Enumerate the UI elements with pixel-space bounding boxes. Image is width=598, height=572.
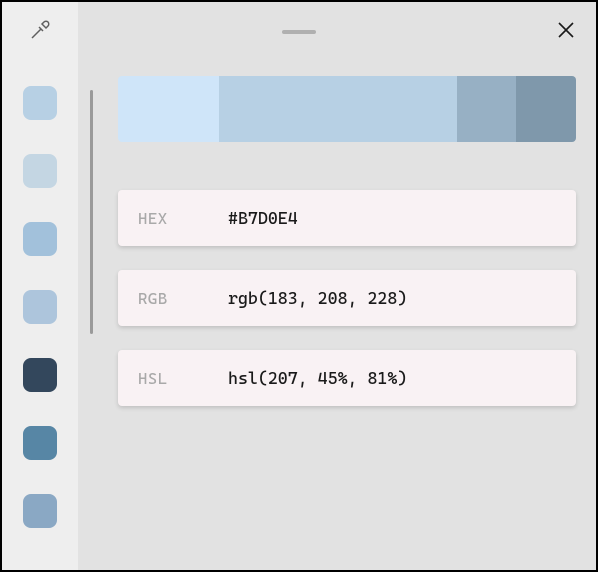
swatch-5[interactable]	[23, 426, 57, 460]
swatch-3[interactable]	[23, 290, 57, 324]
rgb-label: RGB	[138, 289, 228, 308]
shade-2[interactable]	[457, 76, 517, 142]
eyedropper-tool[interactable]	[2, 2, 78, 62]
drag-handle[interactable]	[282, 30, 316, 34]
shade-spectrum[interactable]	[118, 76, 576, 142]
main-panel: HEX #B7D0E4 RGB rgb(183, 208, 228) HSL h…	[78, 62, 596, 570]
hsl-value: hsl(207, 45%, 81%)	[228, 368, 407, 388]
rgb-row[interactable]: RGB rgb(183, 208, 228)	[118, 270, 576, 326]
close-button[interactable]	[554, 20, 578, 44]
close-icon	[557, 21, 575, 43]
eyedropper-icon	[28, 18, 52, 46]
hsl-label: HSL	[138, 369, 228, 388]
swatch-2[interactable]	[23, 222, 57, 256]
shade-3[interactable]	[516, 76, 576, 142]
swatch-0[interactable]	[23, 86, 57, 120]
hsl-row[interactable]: HSL hsl(207, 45%, 81%)	[118, 350, 576, 406]
hex-label: HEX	[138, 209, 228, 228]
titlebar	[2, 2, 596, 62]
hex-value: #B7D0E4	[228, 208, 298, 228]
shade-0[interactable]	[118, 76, 219, 142]
swatch-4[interactable]	[23, 358, 57, 392]
swatch-1[interactable]	[23, 154, 57, 188]
swatch-6[interactable]	[23, 494, 57, 528]
scroll-indicator[interactable]	[90, 90, 93, 334]
shade-1[interactable]	[219, 76, 457, 142]
swatch-sidebar	[2, 62, 78, 570]
rgb-value: rgb(183, 208, 228)	[228, 288, 407, 308]
hex-row[interactable]: HEX #B7D0E4	[118, 190, 576, 246]
